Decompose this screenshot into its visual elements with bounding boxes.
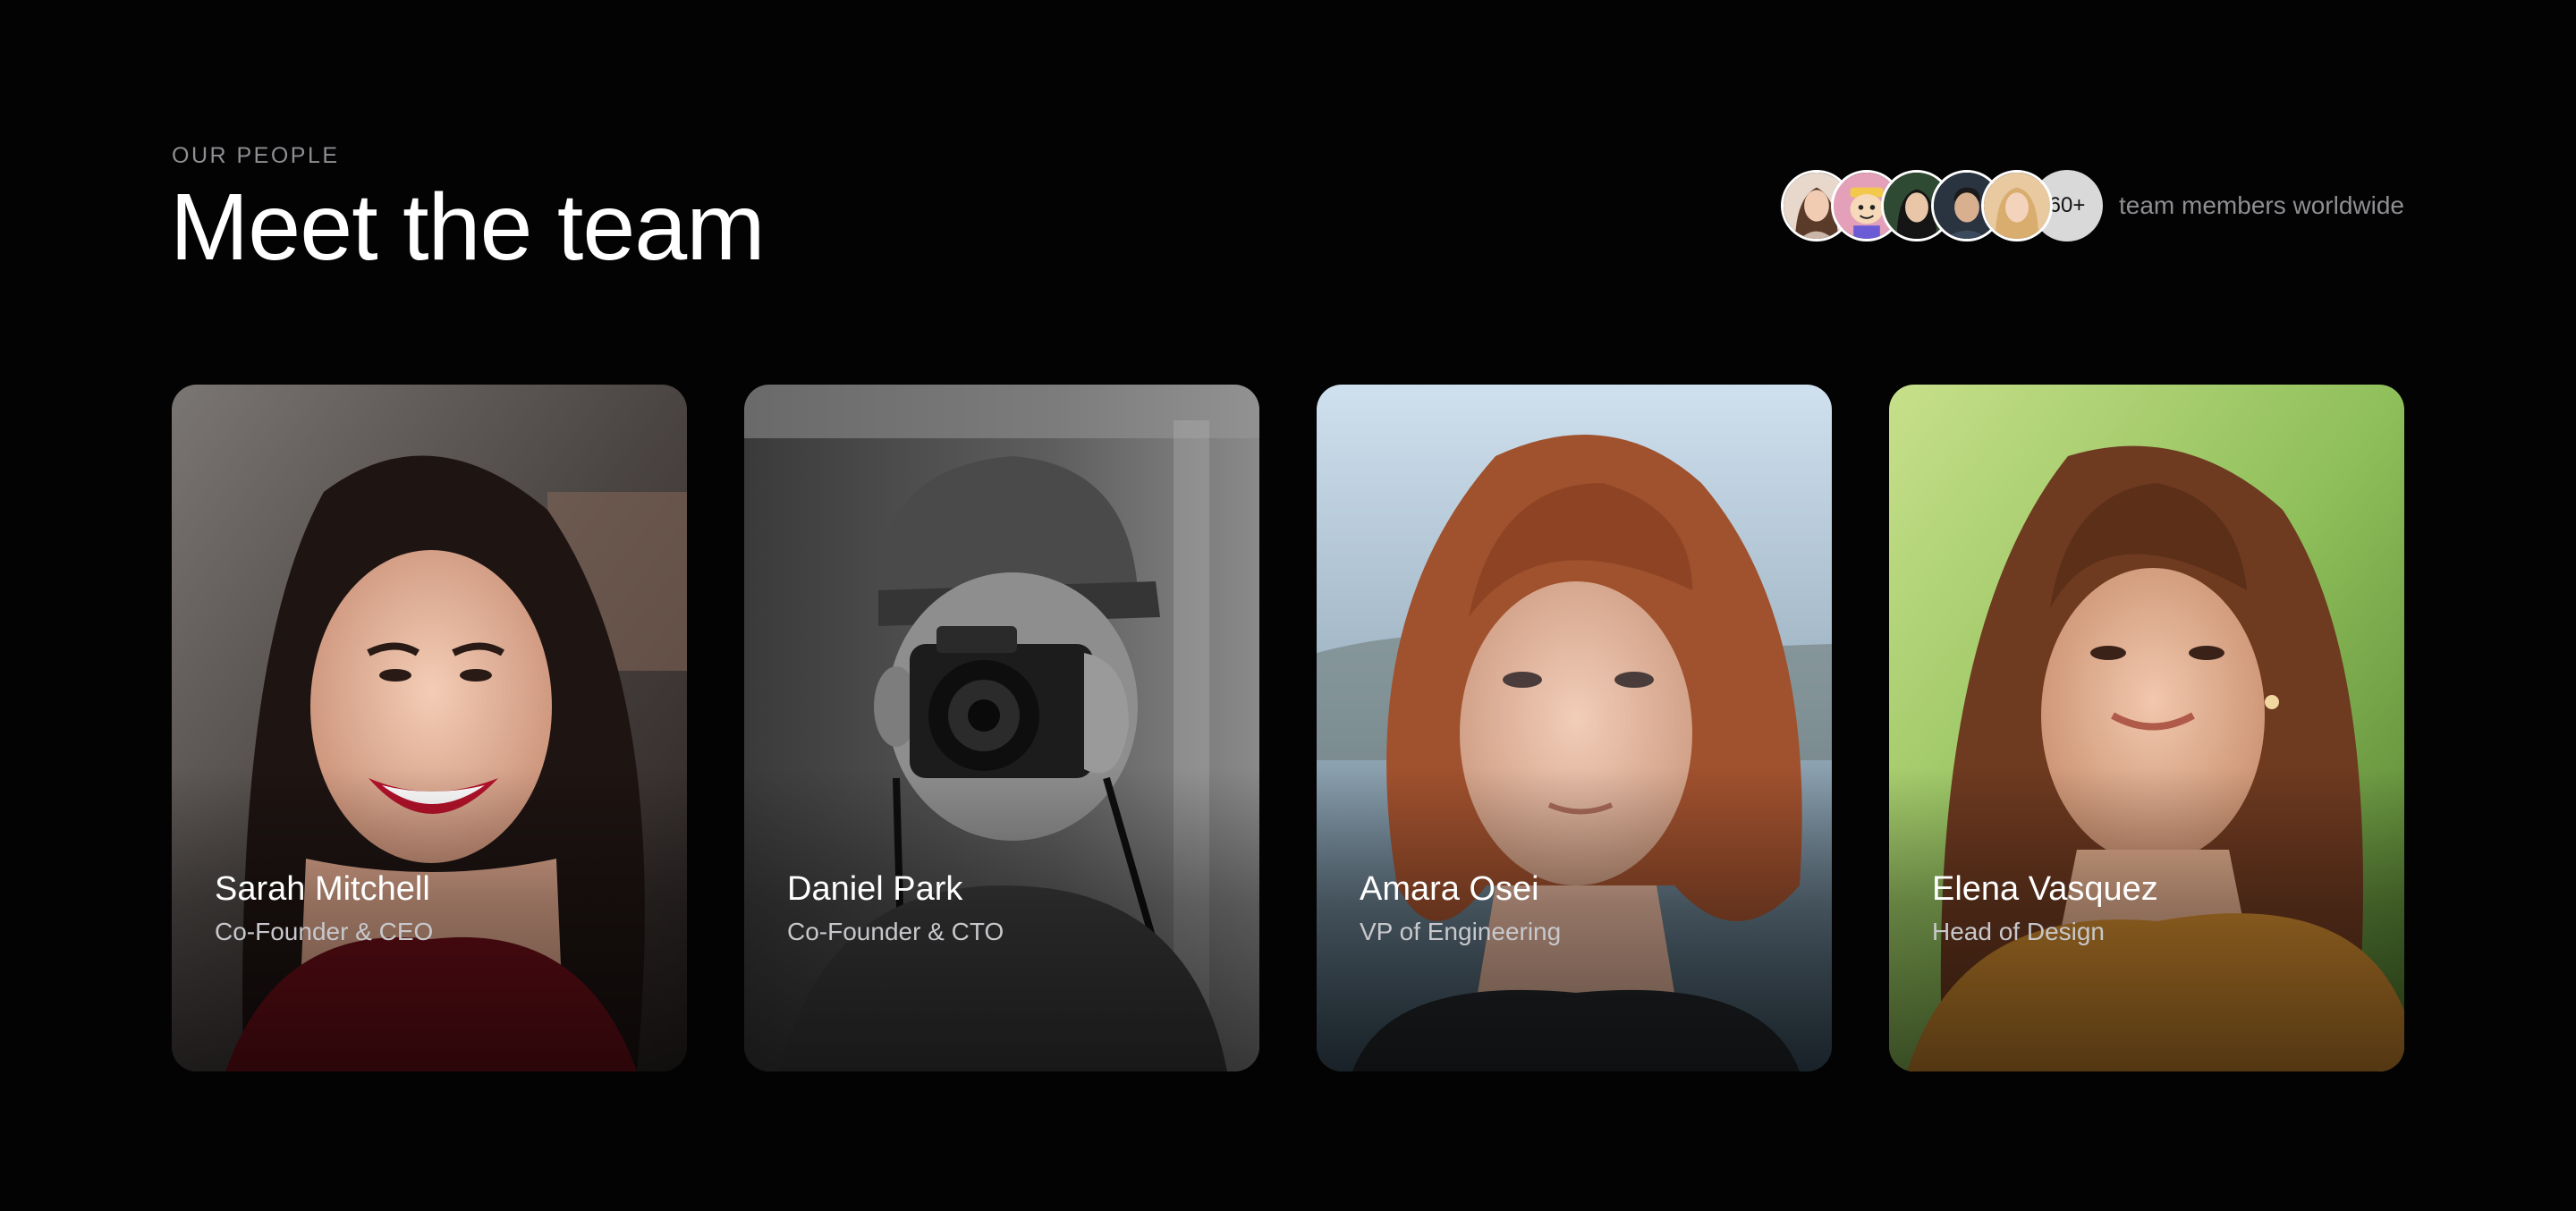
team-card[interactable]: Amara Osei VP of Engineering	[1317, 385, 1832, 1071]
team-count-summary: 60+ team members worldwide	[1781, 168, 2404, 243]
member-name: Amara Osei	[1360, 870, 1539, 908]
woman-portrait-avatar-icon	[1984, 173, 2050, 239]
team-card[interactable]: Daniel Park Co-Founder & CTO	[744, 385, 1259, 1071]
member-role: Head of Design	[1932, 917, 2106, 945]
member-name: Elena Vasquez	[1932, 870, 2158, 908]
team-section: OUR PEOPLE Meet the team 60+ team member…	[0, 0, 2576, 1211]
member-info: Sarah Mitchell Co-Founder & CEO	[215, 869, 433, 946]
member-info: Elena Vasquez Head of Design	[1932, 869, 2158, 946]
page-title: Meet the team	[170, 174, 766, 280]
team-count-label: team members worldwide	[2119, 191, 2404, 219]
team-cards: Sarah Mitchell Co-Founder & CEO Daniel P…	[172, 385, 2404, 1071]
section-eyebrow: OUR PEOPLE	[172, 143, 340, 168]
avatar[interactable]	[1981, 170, 2053, 241]
member-name: Daniel Park	[787, 870, 963, 908]
member-role: Co-Founder & CEO	[215, 917, 434, 945]
member-info: Daniel Park Co-Founder & CTO	[787, 869, 1004, 946]
member-name: Sarah Mitchell	[215, 870, 430, 908]
member-role: Co-Founder & CTO	[787, 917, 1004, 945]
member-role: VP of Engineering	[1360, 917, 1562, 945]
team-card[interactable]: Elena Vasquez Head of Design	[1889, 385, 2404, 1071]
team-card[interactable]: Sarah Mitchell Co-Founder & CEO	[172, 385, 687, 1071]
avatar-stack: 60+	[1781, 170, 2103, 241]
member-info: Amara Osei VP of Engineering	[1360, 869, 1561, 946]
